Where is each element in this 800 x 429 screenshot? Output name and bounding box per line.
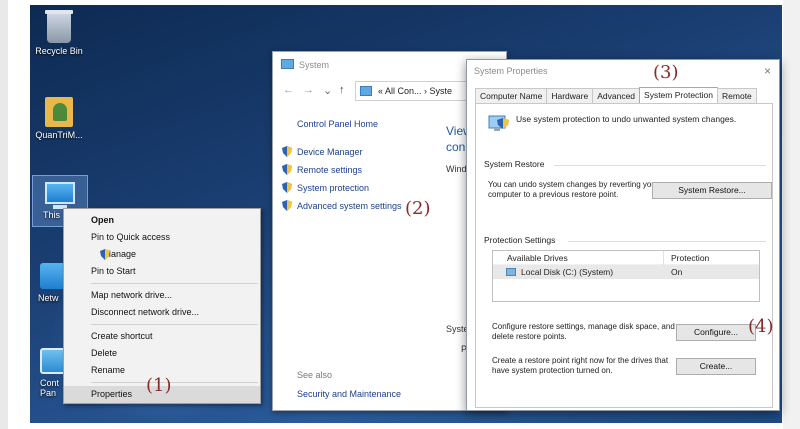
menu-item-label: Open — [91, 215, 115, 225]
window-title: System — [299, 60, 330, 70]
create-button[interactable]: Create... — [676, 358, 756, 375]
menu-separator — [91, 324, 258, 325]
link-label: Device Manager — [297, 147, 363, 157]
configure-text: Configure restore settings, manage disk … — [492, 322, 675, 341]
dialog-title: System Properties — [474, 66, 548, 76]
step-annotation-4: (4) — [748, 316, 774, 337]
system-restore-heading: System Restore — [484, 159, 545, 169]
main-heading-peek: con — [446, 140, 466, 154]
computer-icon — [45, 182, 75, 209]
link-label: Advanced system settings — [297, 201, 402, 211]
close-icon[interactable]: × — [764, 60, 771, 82]
address-path: « All Con... › Syste — [378, 86, 453, 96]
left-margin — [0, 0, 8, 429]
desktop-icon-label: Cont Pan — [40, 378, 60, 398]
system-restore-text: You can undo system changes by reverting… — [488, 180, 659, 199]
forward-arrow-icon[interactable]: → — [303, 84, 314, 96]
drive-name: Local Disk (C:) (System) — [521, 267, 614, 277]
link-label: System protection — [297, 183, 370, 193]
menu-item-label: Properties — [91, 389, 133, 399]
menu-item-map-network-drive[interactable]: Map network drive... — [64, 287, 260, 304]
menu-separator — [91, 382, 258, 383]
security-maintenance-link[interactable]: Security and Maintenance — [297, 389, 401, 399]
menu-item-manage[interactable]: Manage — [64, 246, 260, 263]
menu-item-pin-quick-access[interactable]: Pin to Quick access — [64, 229, 260, 246]
system-protection-link[interactable]: System protection — [282, 179, 477, 197]
system-properties-dialog: System Properties × Computer Name Hardwa… — [466, 59, 780, 411]
system-protection-panel: Use system protection to undo unwanted s… — [475, 103, 773, 408]
tab-remote[interactable]: Remote — [717, 88, 757, 103]
menu-item-delete[interactable]: Delete — [64, 345, 260, 362]
drives-list-header: Available Drives Protection — [493, 251, 759, 265]
menu-item-label: Create shortcut — [91, 331, 153, 341]
group-divider — [554, 165, 766, 166]
step-annotation-2: (2) — [405, 198, 431, 219]
menu-item-label: Disconnect network drive... — [91, 307, 200, 317]
menu-item-label: Pin to Start — [91, 266, 136, 276]
shield-icon — [282, 164, 292, 175]
edition-label-peek: Wind — [446, 164, 467, 174]
menu-item-create-shortcut[interactable]: Create shortcut — [64, 328, 260, 345]
user-folder-icon — [45, 97, 73, 127]
menu-item-open[interactable]: Open — [64, 212, 260, 229]
tab-hardware[interactable]: Hardware — [546, 88, 594, 103]
column-protection[interactable]: Protection — [671, 251, 709, 265]
system-restore-button[interactable]: System Restore... — [652, 182, 772, 199]
tab-strip: Computer Name Hardware Advanced System P… — [475, 87, 757, 103]
drives-list[interactable]: Available Drives Protection Local Disk (… — [492, 250, 760, 302]
step-annotation-1: (1) — [146, 375, 172, 396]
tab-system-protection[interactable]: System Protection — [639, 87, 719, 103]
dialog-titlebar: System Properties × — [467, 60, 779, 82]
shield-icon — [100, 249, 110, 260]
system-protection-icon — [488, 115, 509, 131]
menu-item-label: Rename — [91, 365, 126, 375]
link-label: Remote settings — [297, 165, 363, 175]
configure-button[interactable]: Configure... — [676, 324, 756, 341]
shield-icon — [282, 200, 292, 211]
menu-item-label: Delete — [91, 348, 118, 358]
advanced-system-settings-link[interactable]: Advanced system settings — [282, 197, 477, 215]
intro-text: Use system protection to undo unwanted s… — [516, 114, 737, 124]
control-panel-icon — [360, 86, 372, 96]
screenshot-frame: Recycle Bin QuanTriM... This Netw Cont P… — [0, 0, 800, 429]
desktop-icon-label: Recycle Bin — [35, 46, 83, 56]
chevron-down-icon[interactable]: ⌄ — [323, 84, 332, 97]
menu-item-pin-start[interactable]: Pin to Start — [64, 263, 260, 280]
menu-item-disconnect-network-drive[interactable]: Disconnect network drive... — [64, 304, 260, 321]
desktop-icon-user-folder[interactable]: QuanTriM... — [30, 97, 90, 140]
desktop-icon-label: QuanTriM... — [35, 130, 83, 140]
create-text: Create a restore point right now for the… — [492, 356, 669, 375]
see-also-heading: See also — [297, 370, 333, 380]
column-available-drives[interactable]: Available Drives — [507, 251, 568, 265]
recycle-bin-icon — [45, 10, 73, 43]
system-icon — [281, 59, 294, 69]
shield-icon — [282, 146, 292, 157]
desktop-icon-recycle-bin[interactable]: Recycle Bin — [30, 10, 90, 56]
group-divider — [568, 241, 766, 242]
back-arrow-icon[interactable]: ← — [283, 84, 294, 96]
shield-icon — [282, 182, 292, 193]
right-margin — [783, 0, 800, 429]
menu-item-label: Map network drive... — [91, 290, 173, 300]
step-annotation-3: (3) — [653, 62, 679, 83]
protection-settings-heading: Protection Settings — [484, 235, 556, 245]
drive-row[interactable]: Local Disk (C:) (System) On — [493, 265, 759, 279]
disk-icon — [506, 268, 516, 276]
column-separator — [663, 251, 664, 265]
tab-computer-name[interactable]: Computer Name — [475, 88, 548, 103]
menu-item-label: Pin to Quick access — [91, 232, 171, 242]
drive-protection-status: On — [671, 267, 683, 277]
tab-advanced[interactable]: Advanced — [592, 88, 641, 103]
menu-separator — [91, 283, 258, 284]
up-arrow-icon[interactable]: ↑ — [339, 84, 345, 96]
